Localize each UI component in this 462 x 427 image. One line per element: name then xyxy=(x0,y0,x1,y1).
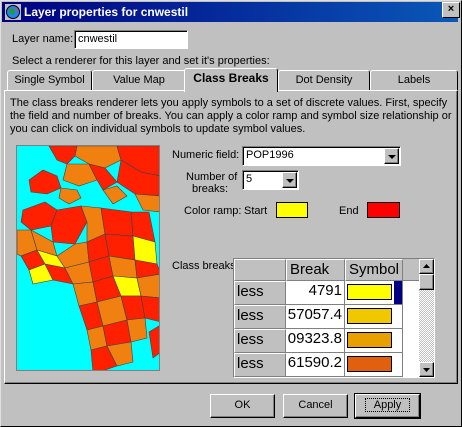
grid-scrollbar[interactable] xyxy=(419,259,434,377)
number-of-breaks-value: 5 xyxy=(246,173,253,185)
break-value-cell[interactable]: 61590.2 xyxy=(286,353,345,377)
tab-label: Value Map xyxy=(113,74,165,86)
close-icon: × xyxy=(447,3,455,15)
symbol-swatch[interactable] xyxy=(347,332,392,348)
globe-app-icon xyxy=(5,4,21,20)
scroll-thumb[interactable] xyxy=(419,274,434,290)
apply-button[interactable]: Apply xyxy=(354,393,421,419)
numeric-field-value: POP1996 xyxy=(246,149,294,161)
class-breaks-label: Class breaks: xyxy=(172,260,239,272)
tab-labels[interactable]: Labels xyxy=(370,70,458,90)
tab-single-symbol[interactable]: Single Symbol xyxy=(7,70,92,90)
color-ramp-end-label: End xyxy=(339,205,359,217)
close-button[interactable]: × xyxy=(442,2,460,18)
break-column-header: Break xyxy=(286,259,345,281)
tab-dot-density[interactable]: Dot Density xyxy=(278,70,370,90)
map-preview xyxy=(16,145,160,371)
row-prefix-cell: less xyxy=(234,305,286,329)
symbol-cell[interactable] xyxy=(345,281,403,305)
triangle-up-icon xyxy=(423,264,430,268)
tab-label: Labels xyxy=(397,74,431,86)
triangle-down-icon xyxy=(423,368,430,372)
symbol-swatch[interactable] xyxy=(347,356,392,372)
africa-europe-map xyxy=(17,146,159,370)
numeric-field-select[interactable]: POP1996 xyxy=(242,146,401,166)
title-bar[interactable]: Layer properties for cnwestil xyxy=(2,2,458,22)
tab-label: Class Breaks xyxy=(193,71,269,85)
scroll-down-button[interactable] xyxy=(419,362,434,377)
tab-class-breaks[interactable]: Class Breaks xyxy=(184,68,278,92)
selection-marker xyxy=(394,281,402,304)
window-title: Layer properties for cnwestil xyxy=(24,5,189,19)
color-ramp-start-label: Start xyxy=(244,205,268,217)
renderer-description: The class breaks renderer lets you apply… xyxy=(10,97,452,135)
symbol-swatch[interactable] xyxy=(347,284,392,300)
number-of-breaks-label-line1: Number of xyxy=(186,171,238,183)
number-of-breaks-select[interactable]: 5 xyxy=(242,170,299,190)
color-ramp-label: Color ramp: xyxy=(184,205,242,217)
ok-button-label: OK xyxy=(234,399,251,411)
apply-button-label: Apply xyxy=(364,398,411,412)
symbol-column-header: Symbol xyxy=(345,259,403,281)
grid-header-gap xyxy=(403,259,419,281)
cancel-button-label: Cancel xyxy=(298,399,333,411)
color-ramp-start-swatch[interactable] xyxy=(276,202,308,218)
row-prefix-cell: less xyxy=(234,281,286,305)
class-breaks-grid[interactable]: Break Symbol less 4791 less 57057.4 less 0932… xyxy=(233,258,435,378)
row-prefix-cell: less xyxy=(234,329,286,353)
tab-label: Single Symbol xyxy=(14,74,85,86)
layer-name-input[interactable]: cnwestil xyxy=(74,30,188,49)
break-value-cell[interactable]: 57057.4 xyxy=(286,305,345,329)
cancel-button[interactable]: Cancel xyxy=(283,394,348,418)
number-of-breaks-label-line2: breaks: xyxy=(192,183,229,195)
symbol-cell[interactable] xyxy=(345,329,403,353)
symbol-swatch[interactable] xyxy=(347,308,392,324)
break-value-cell[interactable]: 4791 xyxy=(286,281,345,305)
color-ramp-end-swatch[interactable] xyxy=(367,202,400,218)
chevron-down-icon[interactable] xyxy=(384,148,399,164)
numeric-field-label: Numeric field: xyxy=(172,149,240,161)
symbol-cell[interactable] xyxy=(345,305,403,329)
grid-corner-header xyxy=(234,259,286,281)
break-value-cell[interactable]: 09323.8 xyxy=(286,329,345,353)
layer-name-label: Layer name: xyxy=(12,33,74,45)
symbol-cell[interactable] xyxy=(345,353,403,377)
tab-label: Dot Density xyxy=(295,74,353,86)
layer-name-value: cnwestil xyxy=(78,33,118,45)
scroll-up-button[interactable] xyxy=(419,259,434,274)
renderer-instruction: Select a renderer for this layer and set… xyxy=(12,55,270,67)
chevron-down-icon[interactable] xyxy=(282,172,297,188)
row-prefix-cell: less xyxy=(234,353,286,377)
tab-value-map[interactable]: Value Map xyxy=(92,70,186,90)
ok-button[interactable]: OK xyxy=(210,394,275,418)
